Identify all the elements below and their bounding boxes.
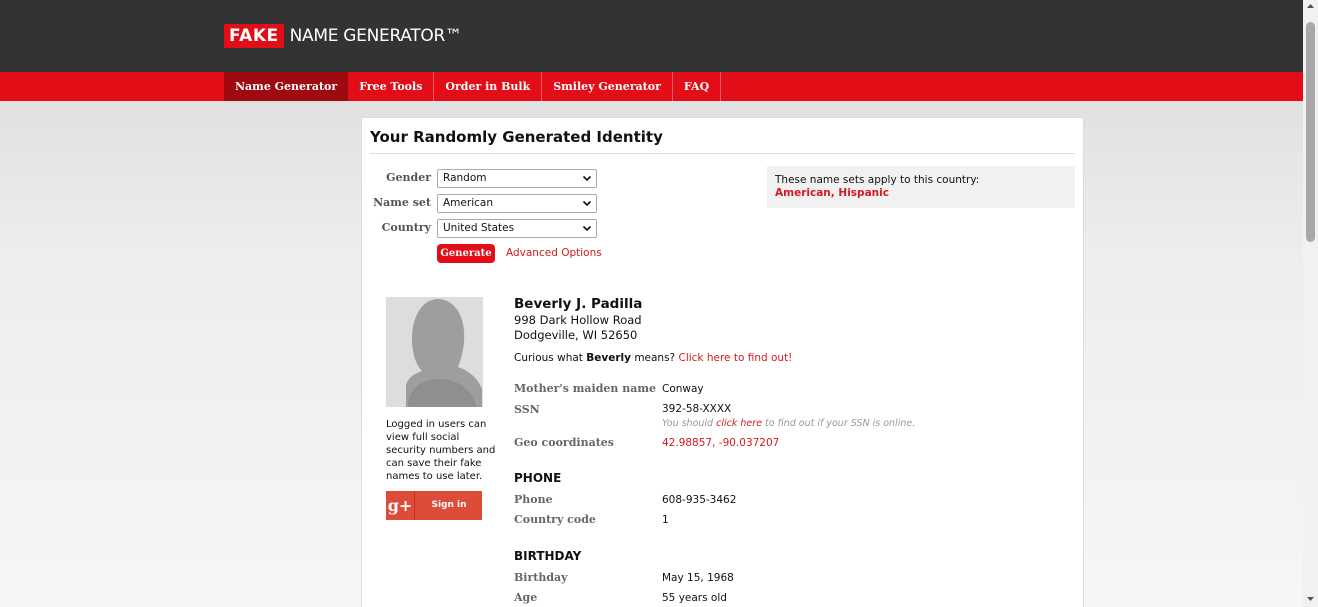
ssn-note-suffix: to find out if your SSN is online. — [765, 418, 916, 429]
address-line-2: Dodgeville, WI 52650 — [514, 328, 638, 342]
birthday-label: Birthday — [514, 571, 568, 584]
geo-coordinates-link[interactable]: 42.98857, -90.037207 — [662, 437, 779, 449]
page-title: Your Randomly Generated Identity — [370, 128, 1075, 154]
age-value: 55 years old — [662, 592, 727, 604]
chevron-down-icon — [582, 225, 592, 232]
main-navigation: Name Generator Free Tools Order in Bulk … — [0, 72, 1303, 101]
birthday-value: May 15, 1968 — [662, 572, 734, 584]
ssn-value: 392-58-XXXX — [662, 403, 732, 415]
curious-suffix: means? — [634, 352, 676, 364]
ssn-online-note: You should click here to find out if you… — [662, 418, 915, 429]
site-header: FAKE NAME GENERATOR™ — [0, 0, 1303, 72]
ssn-label: SSN — [514, 403, 540, 416]
google-plus-icon: g+ — [386, 491, 415, 520]
nav-order-in-bulk[interactable]: Order in Bulk — [434, 72, 543, 101]
nameset-select[interactable]: American — [437, 194, 597, 213]
country-select-value: United States — [443, 222, 515, 234]
geo-coordinates-label: Geo coordinates — [514, 436, 614, 449]
chevron-down-icon — [582, 200, 592, 207]
logo-fake-text: FAKE — [224, 23, 284, 48]
identity-name: Beverly J. Padilla — [514, 296, 643, 312]
age-label: Age — [514, 591, 538, 604]
nameset-label: Name set — [373, 196, 431, 209]
phone-label: Phone — [514, 493, 553, 506]
name-meaning-link[interactable]: Click here to find out! — [678, 352, 792, 364]
avatar — [386, 297, 483, 407]
nameset-american-link[interactable]: American — [775, 187, 831, 199]
address-line-1: 998 Dark Hollow Road — [514, 313, 642, 327]
nav-smiley-generator[interactable]: Smiley Generator — [542, 72, 673, 101]
name-sets-list: American, Hispanic — [775, 187, 1067, 199]
gender-select-value: Random — [443, 172, 487, 184]
name-meaning-line: Curious what Beverly means? Click here t… — [514, 352, 792, 364]
country-select[interactable]: United States — [437, 219, 597, 238]
gender-select[interactable]: Random — [437, 169, 597, 188]
generate-button[interactable]: Generate — [437, 244, 495, 263]
chevron-down-icon — [582, 175, 592, 182]
gender-label: Gender — [386, 171, 431, 184]
first-name: Beverly — [586, 352, 631, 364]
ssn-check-link[interactable]: click here — [716, 418, 762, 429]
login-note: Logged in users can view full social sec… — [386, 419, 496, 482]
country-label: Country — [381, 221, 431, 234]
phone-section-heading: PHONE — [514, 471, 562, 485]
scroll-down-arrow-icon[interactable] — [1306, 595, 1315, 603]
identity-panel: Your Randomly Generated Identity Gender … — [361, 117, 1084, 607]
ssn-note-prefix: You should — [662, 418, 714, 429]
advanced-options-link[interactable]: Advanced Options — [506, 247, 602, 259]
nameset-select-value: American — [443, 197, 493, 209]
nav-name-generator[interactable]: Name Generator — [224, 72, 349, 101]
nameset-hispanic-link[interactable]: Hispanic — [838, 187, 889, 199]
country-code-label: Country code — [514, 513, 596, 526]
curious-prefix: Curious what — [514, 352, 583, 364]
phone-value: 608-935-3462 — [662, 494, 737, 506]
name-sets-info-text: These name sets apply to this country: — [775, 174, 980, 186]
scroll-up-arrow-icon[interactable] — [1306, 2, 1315, 10]
country-code-value: 1 — [662, 514, 669, 526]
site-logo[interactable]: FAKE NAME GENERATOR™ — [224, 23, 462, 48]
nav-faq[interactable]: FAQ — [673, 72, 722, 101]
nav-free-tools[interactable]: Free Tools — [348, 72, 435, 101]
female-silhouette-icon — [406, 299, 482, 407]
maiden-name-value: Conway — [662, 383, 704, 395]
birthday-section-heading: BIRTHDAY — [514, 549, 582, 563]
logo-name-generator-text: NAME GENERATOR™ — [289, 25, 462, 46]
signin-label: Sign in — [431, 500, 467, 510]
google-signin-button[interactable]: g+ Sign in — [386, 491, 482, 520]
scrollbar-thumb[interactable] — [1306, 22, 1315, 242]
name-sets-info-box: These name sets apply to this country: A… — [767, 166, 1075, 208]
maiden-name-label: Mother's maiden name — [514, 382, 657, 395]
